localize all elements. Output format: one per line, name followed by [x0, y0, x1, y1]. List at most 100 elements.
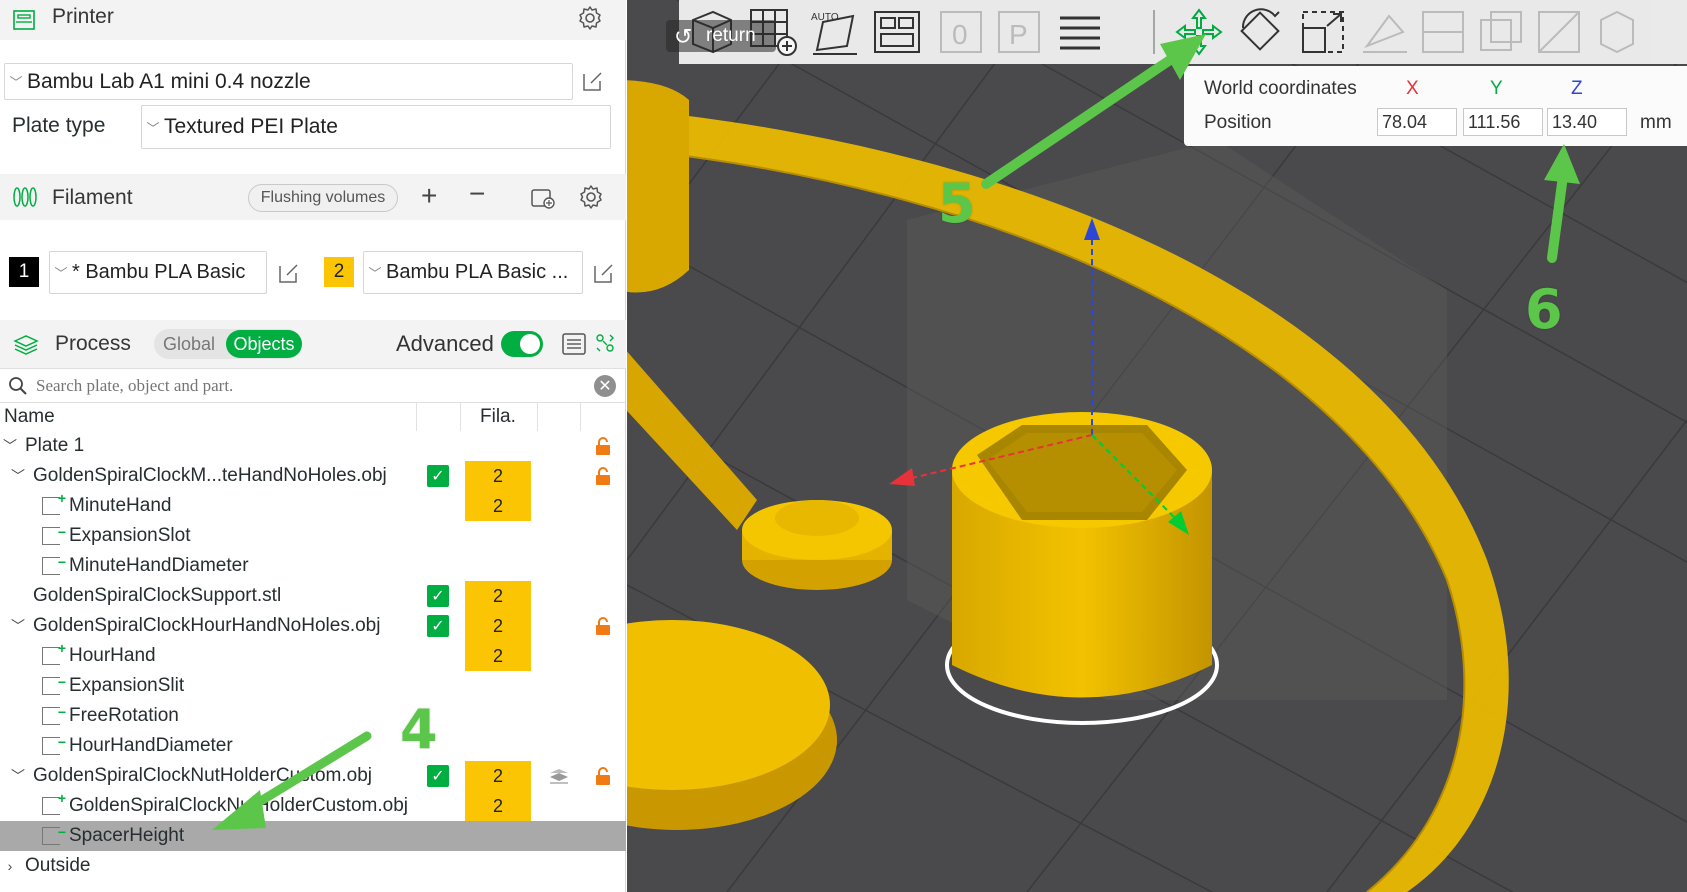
plate-label: Plate 1: [25, 435, 85, 456]
lock-icon[interactable]: [594, 616, 612, 636]
filament-cell[interactable]: 2: [465, 641, 531, 671]
lay-on-face-icon[interactable]: [1359, 6, 1411, 58]
printer-select-value: Bambu Lab A1 mini 0.4 nozzle: [27, 69, 311, 93]
column-divider: [416, 403, 417, 431]
tree-row-modifier[interactable]: − ExpansionSlit: [0, 671, 626, 701]
chevron-down-icon[interactable]: ﹀: [10, 766, 26, 786]
tree-row-part[interactable]: + MinuteHand 2: [0, 491, 626, 521]
lock-icon[interactable]: [594, 436, 612, 456]
filament-slot-2-number[interactable]: 2: [324, 257, 354, 287]
annotation-6: 6: [1525, 278, 1563, 341]
filament-cell[interactable]: 2: [465, 461, 531, 491]
part-label: SpacerHeight: [69, 825, 185, 846]
filament-cell[interactable]: 2: [465, 581, 531, 611]
filament-cell[interactable]: 2: [465, 791, 531, 821]
global-tab[interactable]: Global: [154, 334, 226, 355]
add-part-icon: +: [42, 491, 66, 515]
printer-select[interactable]: ﹀ Bambu Lab A1 mini 0.4 nozzle: [4, 63, 573, 100]
filament-slot-1-select[interactable]: ﹀ * Bambu PLA Basic: [49, 251, 267, 294]
name-column-header[interactable]: Name: [4, 403, 55, 431]
edit-printer-icon[interactable]: [581, 69, 605, 93]
tree-row-modifier[interactable]: − MinuteHandDiameter: [0, 551, 626, 581]
x-axis-label: X: [1406, 78, 1419, 99]
tree-row-modifier[interactable]: − ExpansionSlot: [0, 521, 626, 551]
svg-text:0: 0: [952, 19, 968, 50]
edit-filament-2-icon[interactable]: [592, 261, 616, 285]
printable-checkbox[interactable]: ✓: [427, 585, 449, 607]
chevron-down-icon: ﹀: [54, 266, 68, 281]
filament-slot-2-select[interactable]: ﹀ Bambu PLA Basic ...: [363, 251, 583, 294]
auto-orient-icon[interactable]: AUTO: [809, 6, 861, 58]
tree-row-object[interactable]: ﹀ GoldenSpiralClockHourHandNoHoles.obj ✓…: [0, 611, 626, 641]
negative-part-icon: −: [42, 735, 66, 755]
chevron-down-icon[interactable]: ﹀: [10, 466, 26, 486]
scale-icon[interactable]: [1297, 6, 1349, 58]
tree-row-outside[interactable]: › Outside: [0, 851, 626, 881]
position-z-input[interactable]: [1547, 108, 1627, 136]
world-coordinates-panel: World coordinates X Y Z Position mm: [1184, 66, 1687, 146]
edit-filament-1-icon[interactable]: [277, 261, 301, 285]
printable-checkbox[interactable]: ✓: [427, 765, 449, 787]
printer-settings-gear-icon[interactable]: [577, 5, 603, 31]
boolean-icon[interactable]: [1475, 6, 1527, 58]
undo-arrow-icon: ↺: [674, 24, 693, 49]
chevron-down-icon[interactable]: ﹀: [10, 616, 26, 636]
column-divider: [580, 403, 581, 431]
search-icon: [8, 376, 28, 396]
return-button[interactable]: ↺ return: [666, 20, 776, 52]
filament-cell[interactable]: 2: [465, 491, 531, 521]
chevron-right-icon[interactable]: ›: [2, 858, 18, 874]
add-part-icon: +: [42, 791, 66, 815]
rotate-icon[interactable]: [1235, 6, 1287, 58]
tree-row-object[interactable]: GoldenSpiralClockSupport.stl ✓ 2: [0, 581, 626, 611]
lock-icon[interactable]: [594, 466, 612, 486]
position-y-input[interactable]: [1463, 108, 1543, 136]
filament-cell[interactable]: 2: [465, 611, 531, 641]
variable-layer-height-icon[interactable]: [548, 767, 570, 785]
search-input[interactable]: [36, 375, 576, 396]
clear-search-icon[interactable]: ✕: [594, 375, 616, 397]
chevron-down-icon: ﹀: [368, 266, 382, 281]
list-view-icon[interactable]: [562, 332, 586, 356]
plate-type-select[interactable]: ﹀ Textured PEI Plate: [141, 105, 611, 149]
flushing-volumes-button[interactable]: Flushing volumes: [248, 184, 398, 212]
compare-settings-icon[interactable]: [594, 332, 616, 354]
negative-part-icon: −: [42, 705, 66, 725]
printable-checkbox[interactable]: ✓: [427, 615, 449, 637]
remove-filament-icon[interactable]: −: [469, 178, 485, 210]
position-x-input[interactable]: [1377, 108, 1457, 136]
object-search-bar: ✕: [0, 368, 626, 403]
z-axis-label: Z: [1571, 78, 1583, 99]
filament-slot-2-name: Bambu PLA Basic ...: [386, 261, 569, 283]
add-filament-icon[interactable]: +: [421, 180, 437, 212]
y-axis-label: Y: [1490, 78, 1503, 99]
advanced-toggle[interactable]: [501, 331, 543, 357]
tree-row-object[interactable]: ﹀ GoldenSpiralClockM...teHandNoHoles.obj…: [0, 461, 626, 491]
objects-tab[interactable]: Objects: [226, 330, 302, 358]
arrange-icon[interactable]: [871, 6, 923, 58]
negative-part-icon: −: [42, 825, 66, 845]
filament-title: Filament: [52, 186, 133, 209]
process-scope-toggle[interactable]: Global Objects: [154, 329, 302, 359]
negative-part-icon: −: [42, 675, 66, 695]
support-paint-icon[interactable]: [1533, 6, 1585, 58]
printable-checkbox[interactable]: ✓: [427, 465, 449, 487]
filament-settings-gear-icon[interactable]: [578, 184, 604, 210]
object-label: GoldenSpiralClockSupport.stl: [33, 585, 282, 606]
column-divider: [537, 403, 538, 431]
filament-cell[interactable]: 2: [465, 761, 531, 791]
tree-row-plate[interactable]: ﹀ Plate 1: [0, 431, 626, 461]
fila-column-header[interactable]: Fila.: [480, 403, 516, 431]
lock-icon[interactable]: [594, 766, 612, 786]
cut-icon[interactable]: [1417, 6, 1469, 58]
annotation-arrow-4: [212, 731, 372, 830]
tree-row-part[interactable]: + HourHand 2: [0, 641, 626, 671]
printer-icon: [12, 8, 36, 32]
filament-slot-1-name: * Bambu PLA Basic: [72, 261, 246, 283]
chevron-down-icon[interactable]: ﹀: [2, 436, 18, 456]
column-divider: [460, 403, 461, 431]
filament-slot-1-number[interactable]: 1: [9, 257, 39, 287]
sync-filament-icon[interactable]: [530, 186, 556, 210]
annotation-4: 4: [400, 698, 438, 761]
seam-paint-icon[interactable]: [1591, 6, 1643, 58]
